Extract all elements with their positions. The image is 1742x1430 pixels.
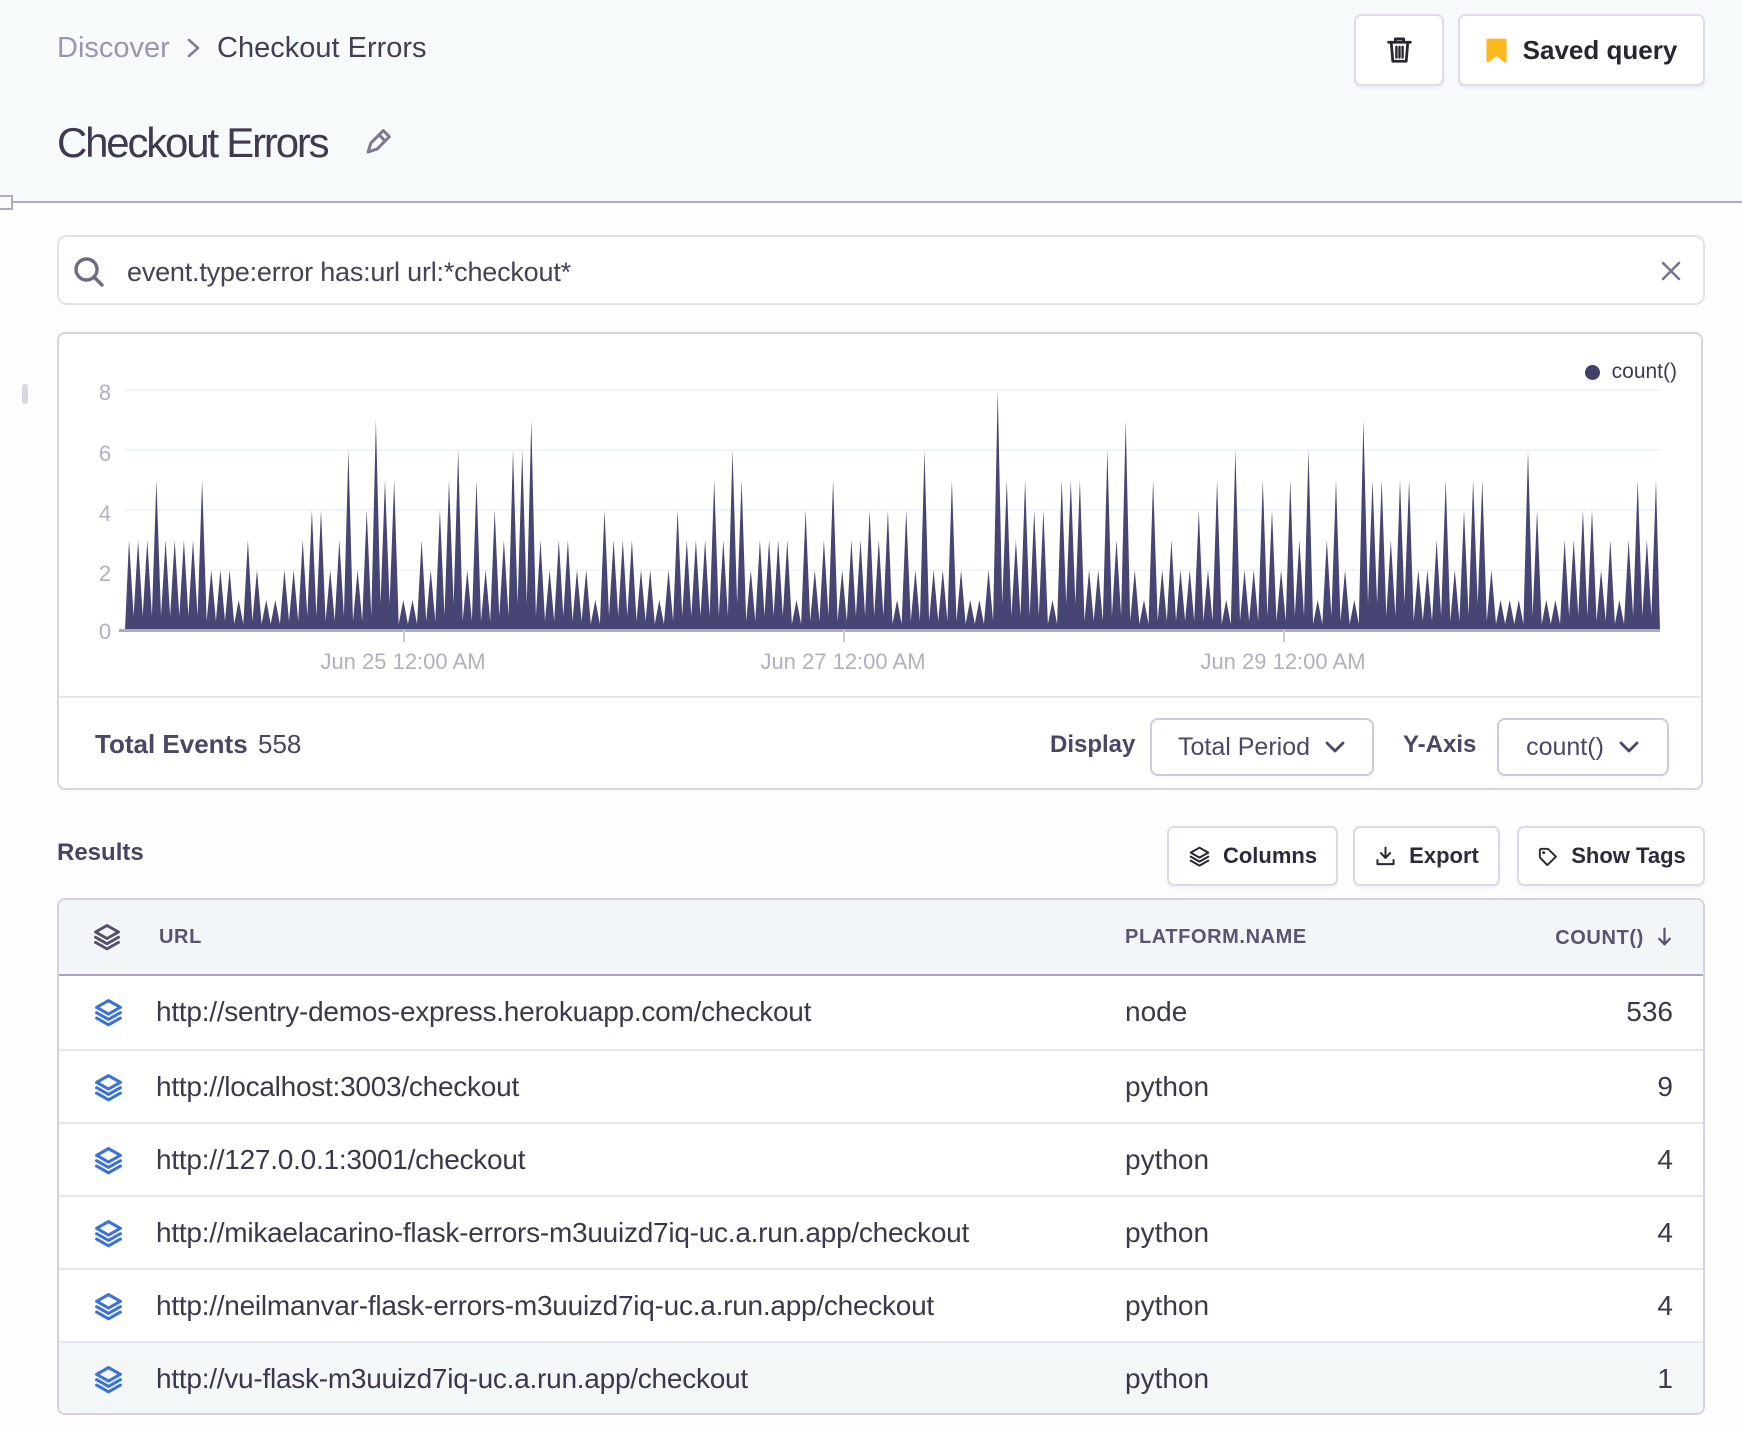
svg-text:6: 6 <box>99 441 111 466</box>
svg-text:2: 2 <box>99 561 111 586</box>
svg-text:4: 4 <box>99 501 111 526</box>
svg-text:8: 8 <box>99 380 111 405</box>
svg-text:Jun 27 12:00 AM: Jun 27 12:00 AM <box>760 649 925 674</box>
svg-text:Jun 29 12:00 AM: Jun 29 12:00 AM <box>1200 649 1365 674</box>
svg-text:0: 0 <box>99 619 111 644</box>
svg-text:Jun 25 12:00 AM: Jun 25 12:00 AM <box>320 649 485 674</box>
